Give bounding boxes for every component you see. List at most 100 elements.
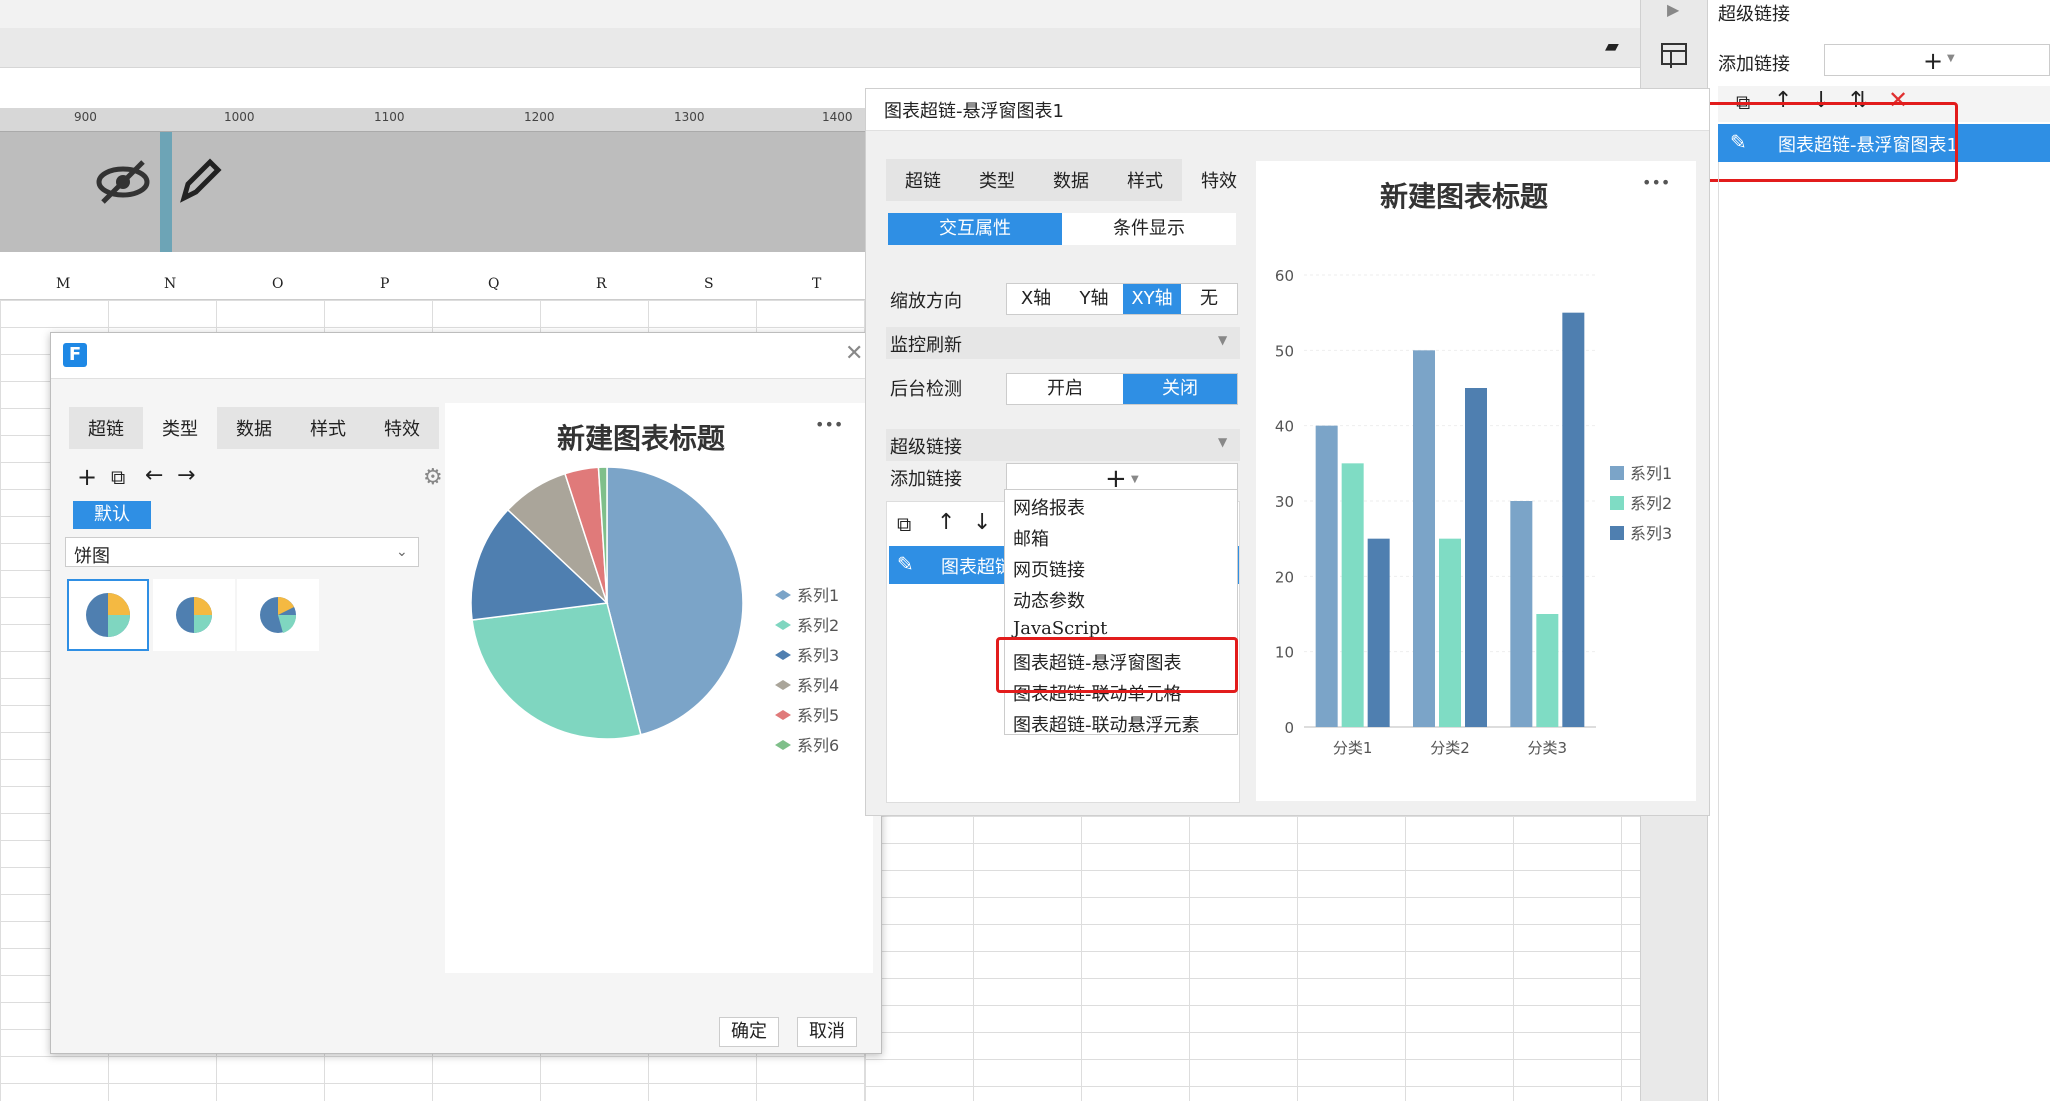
highlight-box [996,637,1238,693]
panel-divider [1718,162,1719,1101]
hyperlink-panel: 超级链接 添加链接 + ▼ ⧉ ↑ ↓ ⇅ ✕ ✎ 图表超链-悬浮窗图表1 [1700,0,2050,1101]
y-tick-label: 40 [1275,418,1294,436]
x-tick-label: 分类3 [1528,739,1568,757]
spreadsheet-grid-bottom[interactable] [865,816,1640,1101]
column-header[interactable]: O [272,276,283,292]
chart-type-select[interactable]: 饼图 ⌄ [65,537,419,567]
widget-icon[interactable] [1659,40,1689,70]
pie-style-option[interactable] [153,579,235,651]
backend-on-option[interactable]: 开启 [1007,374,1123,404]
backend-toggle: 开启 关闭 [1006,373,1238,405]
collapse-arrow-icon[interactable]: ▶ [1667,0,1679,19]
monitor-refresh-section[interactable]: 监控刷新 ▼ [886,327,1240,359]
bar-chart: 0 10 20 30 40 50 60 分类1 分类2 分类3 系列1 系列2 系列3 [1275,267,1672,757]
hyperlink-section[interactable]: 超级链接 ▼ [886,429,1240,461]
bar[interactable] [1315,425,1338,727]
tab-style[interactable]: 样式 [291,407,365,449]
bar[interactable] [1341,463,1364,727]
zoom-label: 缩放方向 [890,291,962,312]
chevron-down-icon: ▼ [1218,333,1228,347]
more-icon[interactable]: ••• [815,415,843,434]
gear-icon[interactable]: ⚙ [423,465,443,490]
subtab-interaction[interactable]: 交互属性 [888,213,1062,245]
column-header[interactable]: N [164,276,176,292]
menu-item-dynamic-param[interactable]: 动态参数 [1013,587,1085,613]
y-tick-label: 50 [1275,342,1294,360]
menu-item-email[interactable]: 邮箱 [1013,525,1049,551]
tab-effect[interactable]: 特效 [1182,159,1256,201]
add-link-label: 添加链接 [890,469,962,490]
tab-data[interactable]: 数据 [1034,159,1108,201]
zoom-direction-group: X轴 Y轴 XY轴 无 [1006,283,1238,315]
format-paint-icon[interactable]: ▰ [1605,36,1619,57]
legend-label: 系列2 [797,616,839,635]
tab-hyperlink[interactable]: 超链 [69,407,143,449]
tab-type[interactable]: 类型 [143,407,217,449]
y-tick-label: 60 [1275,267,1294,285]
column-marker[interactable] [160,132,172,252]
panel-header: 图表超链-悬浮窗图表1 [866,89,1709,131]
backend-label: 后台检测 [890,379,962,400]
move-up-icon[interactable]: ↑ [937,510,955,535]
menu-item-web-report[interactable]: 网络报表 [1013,494,1085,520]
canvas-gray-area [0,132,865,252]
legend-marker [775,620,791,630]
ok-button[interactable]: 确定 [719,1017,779,1047]
bar[interactable] [1465,388,1487,727]
copy-icon[interactable]: ⧉ [111,465,125,489]
copy-icon[interactable]: ⧉ [897,512,911,536]
column-header[interactable]: Q [488,276,499,292]
hidden-eye-icon[interactable] [95,158,151,206]
arrow-left-icon[interactable]: ← [145,463,163,488]
column-headers: M N O P Q R S T [0,270,865,300]
column-header[interactable]: T [812,276,821,292]
menu-item-web-link[interactable]: 网页链接 [1013,556,1085,582]
menu-item-linked-float[interactable]: 图表超链-联动悬浮元素 [1013,711,1200,734]
tab-effect[interactable]: 特效 [365,407,439,449]
x-tick-label: 分类2 [1430,739,1470,757]
tab-type[interactable]: 类型 [960,159,1034,201]
zoom-xy-option[interactable]: XY轴 [1123,284,1181,314]
arrow-right-icon[interactable]: → [177,463,195,488]
ruler-tick: 1000 [224,110,255,124]
bar[interactable] [1439,538,1461,727]
subtab-condition[interactable]: 条件显示 [1062,213,1236,245]
bar[interactable] [1536,614,1559,727]
add-icon[interactable]: + [77,463,97,491]
zoom-y-option[interactable]: Y轴 [1065,284,1123,314]
column-header[interactable]: S [704,276,714,292]
bar[interactable] [1413,350,1435,727]
move-down-icon[interactable]: ↓ [973,510,991,535]
chevron-down-icon: ▼ [1218,435,1228,449]
tab-hyperlink[interactable]: 超链 [886,159,960,201]
chevron-down-icon: ▼ [1947,53,1955,64]
cancel-button[interactable]: 取消 [797,1017,857,1047]
ruler-tick: 1400 [822,110,853,124]
ruler-tick: 1200 [524,110,555,124]
column-header[interactable]: P [380,276,389,292]
backend-off-option[interactable]: 关闭 [1123,374,1237,404]
bar[interactable] [1367,538,1390,727]
pie-style-option[interactable] [237,579,319,651]
tab-data[interactable]: 数据 [217,407,291,449]
close-icon[interactable]: ✕ [845,341,863,366]
chart-title: 新建图表标题 [557,422,726,455]
default-badge[interactable]: 默认 [73,501,151,529]
dialog-titlebar: F ✕ [51,333,881,379]
tab-style[interactable]: 样式 [1108,159,1182,201]
bar[interactable] [1510,501,1533,727]
column-header[interactable]: M [56,276,70,292]
pencil-icon[interactable] [176,154,222,206]
panel-header-title: 图表超链-悬浮窗图表1 [884,101,1064,122]
ruler-tick: 1300 [674,110,705,124]
legend-marker [1610,466,1624,480]
legend-label: 系列3 [797,646,839,665]
bar[interactable] [1562,312,1585,727]
add-link-button[interactable]: + ▼ [1824,44,2050,76]
menu-item-javascript[interactable]: JavaScript [1013,618,1107,639]
pie-style-option[interactable] [67,579,149,651]
column-header[interactable]: R [596,276,607,292]
panel-tabs: 超链 类型 数据 样式 特效 [886,159,1256,201]
zoom-x-option[interactable]: X轴 [1007,284,1065,314]
zoom-none-option[interactable]: 无 [1181,284,1237,314]
